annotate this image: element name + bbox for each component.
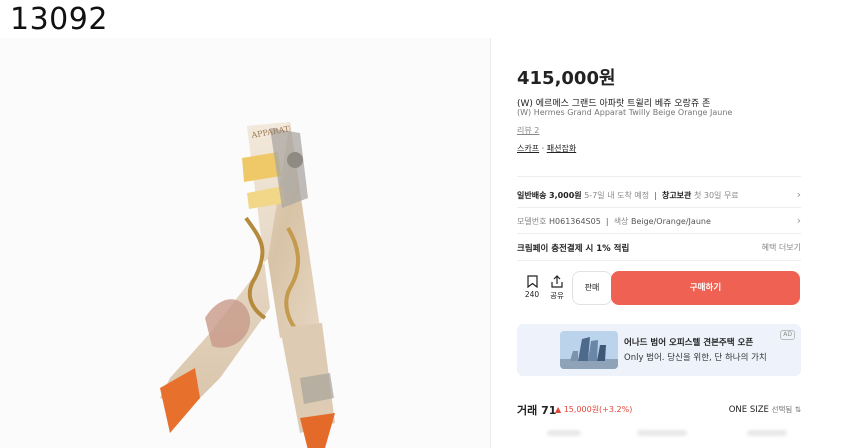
delivery-eta: 5-7일 내 도착 예정 (584, 191, 650, 200)
price-change: ▲ 15,000원(+3.2%) (555, 405, 633, 414)
buy-button[interactable]: 구매하기 (611, 271, 800, 305)
bookmark-icon (526, 275, 538, 288)
category-link-scarf[interactable]: 스카프 (517, 144, 539, 153)
product-title-english: (W) Hermes Grand Apparat Twilly Beige Or… (517, 108, 733, 117)
bookmark-button[interactable]: 240 (519, 270, 545, 306)
chevron-right-icon: › (796, 188, 801, 201)
benefit-more-link[interactable]: 혜택 더보기 (762, 242, 801, 253)
size-selector[interactable]: ONE SIZE 선택됨 ⇅ (729, 404, 801, 415)
twilly-scarf-image: APPARAT (160, 122, 335, 448)
delivery-row[interactable]: 일반배송 3,000원 5-7일 내 도착 예정 | 창고보관 첫 30일 무료… (517, 188, 801, 201)
color-label: 색상 (613, 217, 629, 226)
category-link-fashion[interactable]: 패션잡화 (547, 144, 576, 153)
delivery-fee: 3,000원 (549, 191, 582, 200)
action-bar: 240 공유 판매 구매하기 (517, 270, 801, 306)
ad-title: 어나드 범어 오피스텔 견본주택 오픈 (624, 338, 754, 348)
sell-button[interactable]: 판매 (572, 271, 612, 305)
share-label: 공유 (550, 291, 564, 300)
divider (517, 233, 801, 234)
image-id-watermark: 13092 (10, 2, 108, 37)
warehouse-text: 첫 30일 무료 (693, 191, 739, 200)
warehouse-label: 창고보관 (661, 191, 692, 200)
review-link[interactable]: 리뷰 2 (517, 125, 539, 136)
divider (517, 176, 801, 177)
size-select-label: 선택됨 ⇅ (771, 405, 801, 414)
credit-benefit-text: 크림페이 충전결제 시 1% 적립 (517, 244, 630, 254)
model-value: H061364S05 (549, 217, 601, 226)
product-price: 415,000원 (517, 68, 616, 89)
model-color-row[interactable]: 모델번호 H061364S05 | 색상 Beige/Orange/Jaune … (517, 214, 801, 227)
divider (517, 260, 801, 261)
chevron-right-icon: › (796, 214, 801, 227)
trade-history-row (517, 430, 801, 438)
bookmark-count: 240 (524, 290, 540, 299)
share-icon (551, 275, 563, 288)
ad-building-image (560, 331, 618, 369)
trade-count: 거래 71 (517, 404, 557, 417)
product-image-panel: APPARAT (0, 38, 490, 448)
share-button[interactable]: 공유 (544, 270, 570, 306)
category-separator: · (539, 144, 547, 153)
delivery-label: 일반배송 (517, 191, 547, 200)
ad-banner[interactable]: 어나드 범어 오피스텔 견본주택 오픈 Only 범어. 당신을 위한, 단 하… (517, 324, 801, 376)
divider (517, 207, 801, 208)
color-value: Beige/Orange/Jaune (630, 217, 711, 226)
category-breadcrumb: 스카프 · 패션잡화 (517, 143, 576, 154)
model-label: 모델번호 (517, 217, 547, 226)
ad-subtitle: Only 범어. 당신을 위한, 단 하나의 가치 (624, 353, 767, 363)
size-label: ONE SIZE (728, 405, 769, 415)
product-detail-panel: 415,000원 (W) 에르메스 그랜드 아파랏 트윌리 베쥬 오랑쥬 존 (… (517, 0, 801, 448)
ad-badge: AD (780, 330, 795, 340)
panel-divider (490, 38, 491, 448)
